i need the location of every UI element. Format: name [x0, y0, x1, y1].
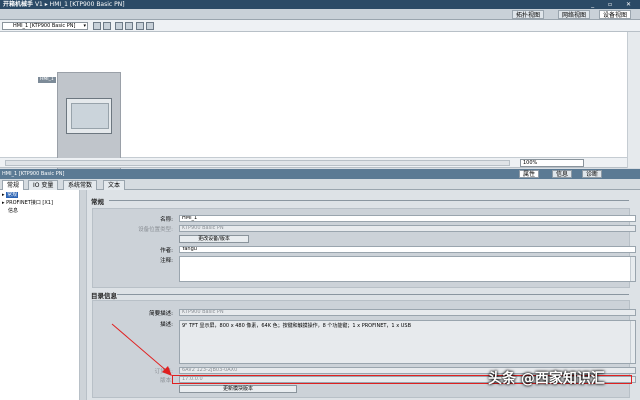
- zoom-icon[interactable]: [146, 22, 154, 30]
- inspector-subtabs: 常规 IO 变量 系统常数 文本: [0, 179, 640, 191]
- nav-item-profinet[interactable]: ▸ PROFINET接口 [X1]: [2, 200, 53, 207]
- horizontal-scrollbar[interactable]: [5, 160, 510, 166]
- title-bar: 开箱机械手 V1 ▸ HMI_1 [KTP900 Basic PN] _ ▫ ✕: [0, 0, 640, 9]
- project-path: V1 ▸ HMI_1 [KTP900 Basic PN]: [34, 1, 125, 8]
- inspector-header: HMI_1 [KTP900 Basic PN] 属性 信息 诊断: [0, 169, 640, 179]
- canvas-status-bar: 100%: [0, 158, 627, 168]
- subtab-io-tags[interactable]: IO 变量: [28, 180, 59, 190]
- grid-icon[interactable]: [115, 22, 123, 30]
- property-nav: ▸ 常规 ▸ PROFINET接口 [X1] 信息: [0, 190, 80, 400]
- update-module-version-button[interactable]: 更新模块版本: [179, 385, 297, 393]
- author-label: 作者:: [160, 248, 173, 254]
- device-toolbar: HMI_1 [KTP900 Basic PN] ▾: [0, 20, 640, 32]
- comment-label: 注释:: [160, 258, 173, 264]
- view-tabs: 拓扑视图 网络视图 设备视图: [0, 9, 640, 20]
- tab-properties[interactable]: 属性: [519, 170, 540, 178]
- textarea-scrollbar[interactable]: [630, 257, 635, 281]
- device-type-field: KTP900 Basic PN: [179, 225, 636, 232]
- device-label: HMI_1: [38, 77, 56, 83]
- arrange-icon[interactable]: [125, 22, 133, 30]
- section-title-general: 常规: [91, 198, 104, 206]
- author-input[interactable]: Yangu: [179, 246, 636, 253]
- section-divider: [117, 294, 629, 295]
- vertical-scrollbar[interactable]: [627, 32, 640, 168]
- device-icon[interactable]: [93, 22, 101, 30]
- section-title-catalog: 目录信息: [91, 292, 117, 300]
- project-name: 开箱机械手: [3, 1, 34, 8]
- nav-item-general[interactable]: ▸ 常规: [2, 192, 19, 199]
- short-desc-field: KTP900 Basic PN: [179, 309, 636, 316]
- tab-device-view[interactable]: 设备视图: [599, 10, 632, 19]
- subtab-system-constants[interactable]: 系统常数: [63, 180, 98, 190]
- tab-info[interactable]: 信息: [552, 170, 573, 178]
- change-device-button[interactable]: 更改设备/版本: [179, 235, 249, 243]
- panel-splitter[interactable]: [80, 190, 87, 400]
- table-icon[interactable]: [103, 22, 111, 30]
- textarea-scrollbar[interactable]: [630, 321, 635, 363]
- device-select[interactable]: HMI_1 [KTP900 Basic PN] ▾: [2, 22, 88, 30]
- window-controls[interactable]: _ ▫ ✕: [591, 0, 637, 9]
- inspector-title: HMI_1 [KTP900 Basic PN]: [2, 171, 65, 177]
- comment-textarea[interactable]: [179, 256, 636, 282]
- device-canvas[interactable]: HMI_1: [0, 32, 627, 177]
- subtab-texts[interactable]: 文本: [103, 180, 126, 190]
- desc-value: 9" TFT 显示屏，800 x 480 像素，64K 色；按键和触摸操作，8 …: [182, 323, 412, 329]
- zoom-select[interactable]: 100%: [520, 159, 584, 167]
- zoom-area-icon[interactable]: [136, 22, 144, 30]
- tab-diagnostics[interactable]: 诊断: [582, 170, 603, 178]
- tab-network-view[interactable]: 网络视图: [558, 10, 591, 19]
- desc-field: 9" TFT 显示屏，800 x 480 像素，64K 色；按键和触摸操作，8 …: [179, 320, 636, 364]
- short-desc-label: 简要描述:: [149, 311, 173, 317]
- general-section: 名称: HMI_1 设备位置类型: KTP900 Basic PN 更改设备/版…: [92, 208, 636, 288]
- tab-topology-view[interactable]: 拓扑视图: [512, 10, 545, 19]
- device-type-label: 设备位置类型:: [138, 227, 173, 233]
- name-label: 名称:: [160, 217, 173, 223]
- hmi-screen: [66, 98, 112, 134]
- watermark: 头条 @西家知识汇: [488, 371, 605, 387]
- chevron-down-icon: ▾: [83, 23, 86, 29]
- section-divider: [109, 200, 629, 201]
- annotation-arrow: [111, 323, 172, 376]
- name-input[interactable]: HMI_1: [179, 215, 636, 222]
- nav-item-info[interactable]: 信息: [8, 208, 18, 215]
- device-select-value: HMI_1 [KTP900 Basic PN]: [13, 23, 76, 29]
